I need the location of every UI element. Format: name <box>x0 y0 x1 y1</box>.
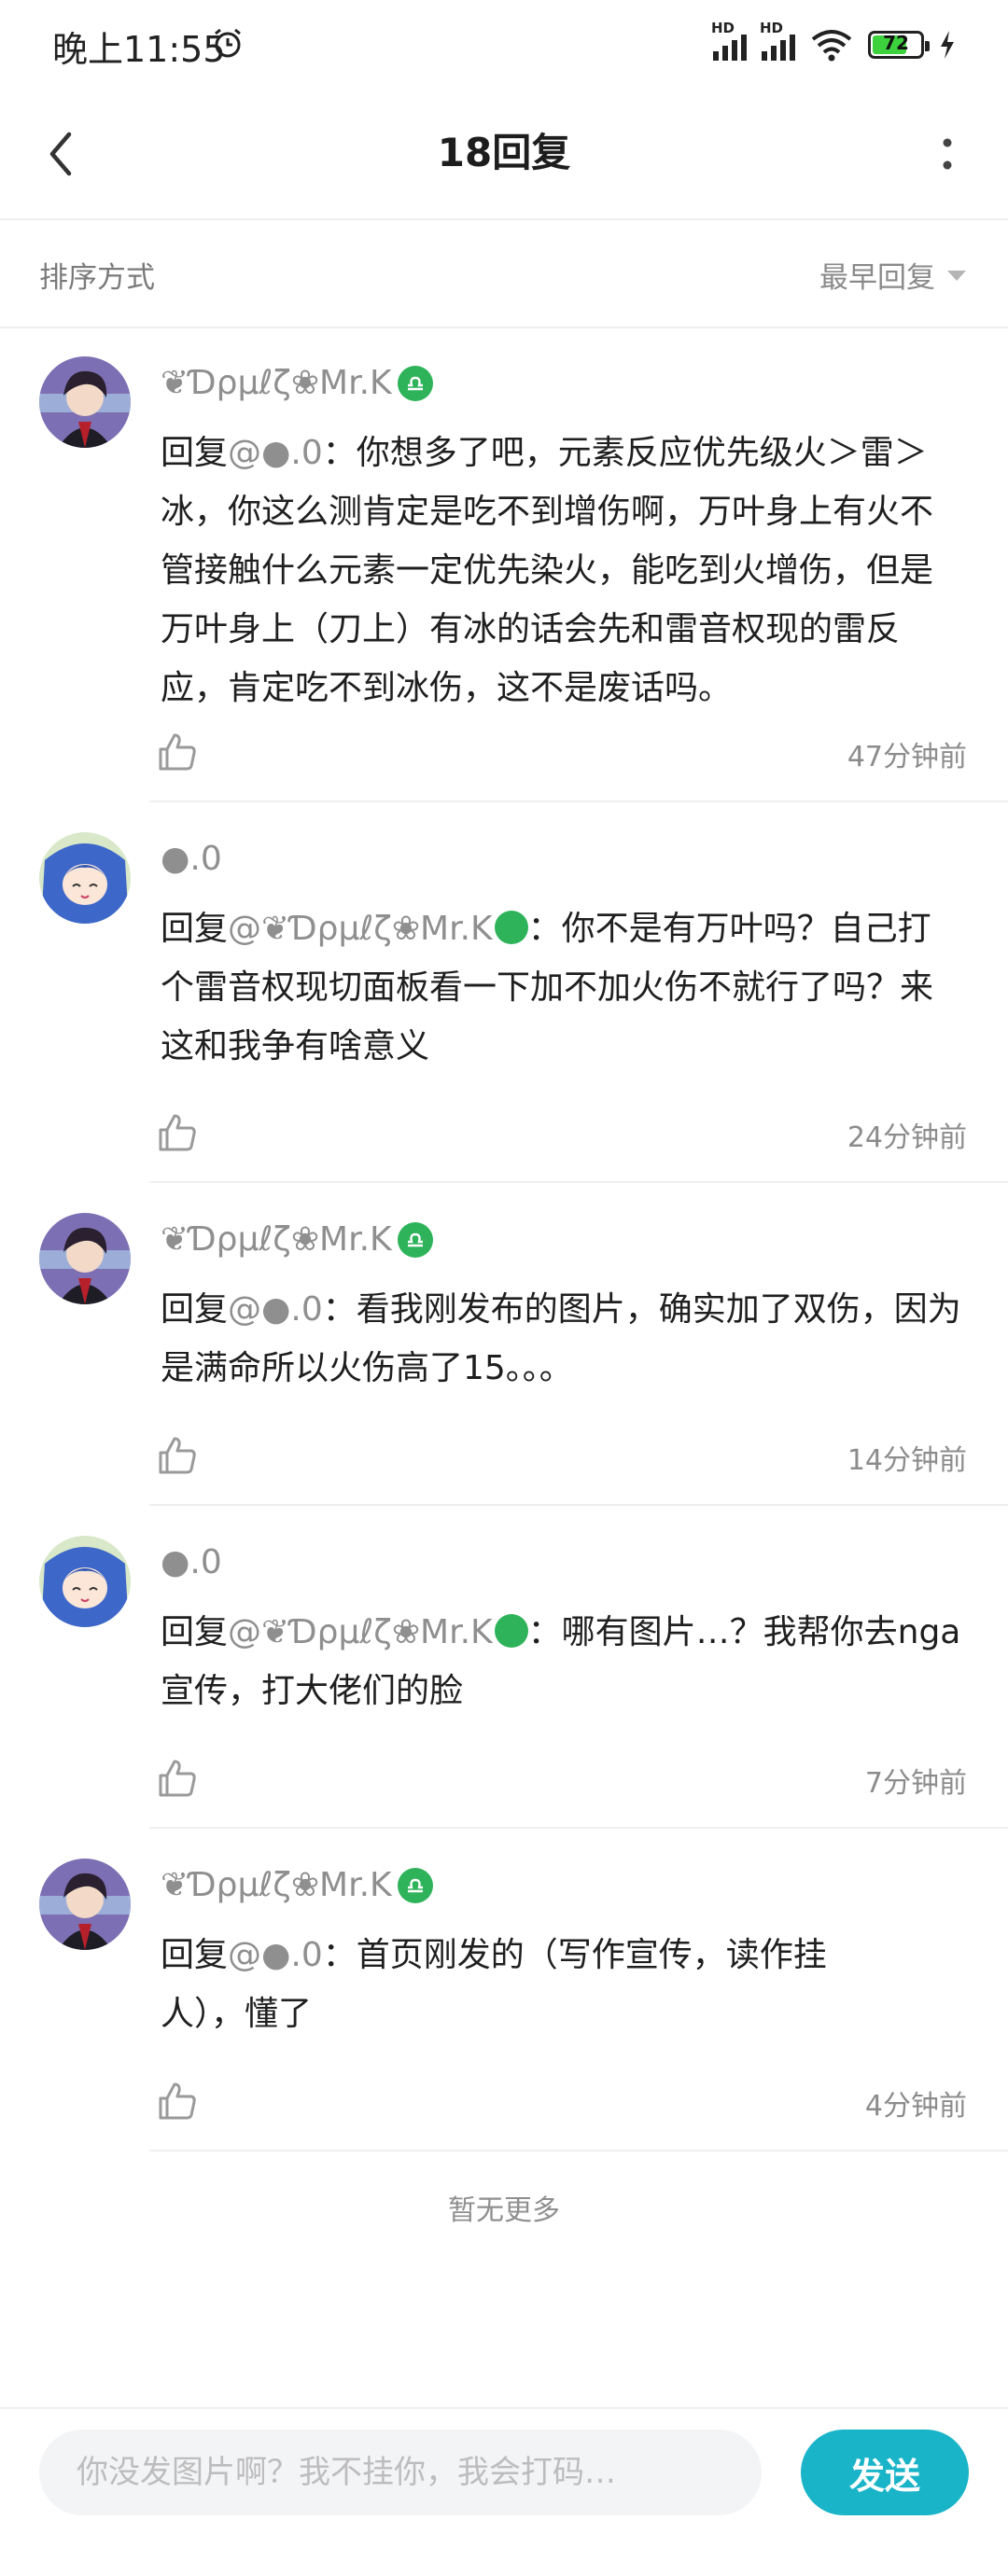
mention-link[interactable]: @●.0 <box>228 1290 323 1329</box>
battery-level: 72 <box>883 32 909 54</box>
divider <box>149 2150 1008 2151</box>
thumbs-up-icon[interactable] <box>157 1112 198 1153</box>
charging-icon <box>941 31 954 59</box>
comment-item: ❦Ɗρμℓζ❀Mr.K 回复@●.0：首页刚发的（写作宣传，读作挂人），懂了 4… <box>0 1829 1008 2151</box>
avatar[interactable] <box>39 1859 131 1950</box>
mention-link[interactable]: @●.0 <box>228 1936 323 1974</box>
wifi-icon <box>811 30 852 62</box>
thumbs-up-icon[interactable] <box>157 1758 198 1799</box>
page-title: 18回复 <box>437 130 571 175</box>
username-text: ●.0 <box>161 1543 222 1581</box>
comment-body: 回复@●.0：看我刚发布的图片，确实加了双伤，因为是满命所以火伤高了15。。。 <box>161 1280 963 1398</box>
signal-icon: HD <box>760 20 795 61</box>
no-more-text: 暂无更多 <box>448 2194 560 2227</box>
avatar[interactable] <box>39 1213 131 1304</box>
status-bar: 晚上11:55 HD HD 72 <box>0 0 1008 90</box>
more-button[interactable] <box>915 121 980 187</box>
reply-prefix: 回复 <box>161 1936 229 1974</box>
comment-text: ：你想多了吧，元素反应优先级火＞雷＞冰，你这么测肯定是吃不到增伤啊，万叶身上有火… <box>161 434 934 707</box>
sort-label: 排序方式 <box>39 261 155 295</box>
status-time: 晚上11:55 <box>52 29 226 70</box>
comment-body: 回复@❦Ɗρμℓζ❀Mr.K ：哪有图片…？我帮你去nga宣传，打大佬们的脸 <box>161 1603 963 1720</box>
signal-icon: HD <box>711 20 747 61</box>
libra-badge-icon <box>397 365 433 401</box>
comment-body: 回复@●.0：你想多了吧，元素反应优先级火＞雷＞冰，你这么测肯定是吃不到增伤啊，… <box>161 424 963 717</box>
libra-badge-icon <box>494 911 528 944</box>
mention-text: @❦Ɗρμℓζ❀Mr.K <box>228 1613 493 1651</box>
hd-label: HD <box>760 20 784 36</box>
comment-time: 47分钟前 <box>847 741 967 773</box>
comment-item: ●.0 回复@❦Ɗρμℓζ❀Mr.K ：哪有图片…？我帮你去nga宣传，打大佬们的… <box>0 1506 1008 1829</box>
thumbs-up-icon[interactable] <box>157 731 198 773</box>
more-vertical-icon <box>943 138 952 170</box>
thumbs-up-icon[interactable] <box>157 2081 198 2122</box>
comment-time: 4分钟前 <box>864 2090 967 2123</box>
reply-prefix: 回复 <box>161 1290 229 1329</box>
mention-link[interactable]: @❦Ɗρμℓζ❀Mr.K <box>228 1613 528 1651</box>
reply-input[interactable] <box>39 2430 762 2515</box>
comment-body: 回复@●.0：首页刚发的（写作宣传，读作挂人），懂了 <box>161 1926 907 2043</box>
reply-prefix: 回复 <box>161 434 229 472</box>
comment-time: 14分钟前 <box>847 1444 967 1477</box>
username-text: ❦Ɗρμℓζ❀Mr.K <box>161 1220 392 1259</box>
reply-prefix: 回复 <box>161 910 229 948</box>
username-text: ❦Ɗρμℓζ❀Mr.K <box>161 1866 392 1904</box>
comment-body: 回复@❦Ɗρμℓζ❀Mr.K ：你不是有万叶吗？自己打个雷音权现切面板看一下加不加… <box>161 899 963 1076</box>
system-nav-area <box>0 2528 1008 2576</box>
hd-label: HD <box>711 20 735 36</box>
mention-link[interactable]: @●.0 <box>228 434 323 472</box>
comment-username[interactable]: ❦Ɗρμℓζ❀Mr.K <box>161 1866 433 1904</box>
mention-link[interactable]: @❦Ɗρμℓζ❀Mr.K <box>228 910 528 948</box>
comment-username[interactable]: ❦Ɗρμℓζ❀Mr.K <box>161 1220 433 1259</box>
comment-item: ❦Ɗρμℓζ❀Mr.K 回复@●.0：看我刚发布的图片，确实加了双伤，因为是满命… <box>0 1183 1008 1506</box>
mention-text: @❦Ɗρμℓζ❀Mr.K <box>228 910 493 948</box>
thumbs-up-icon[interactable] <box>157 1435 198 1476</box>
libra-badge-icon <box>397 1221 433 1258</box>
libra-badge-icon <box>397 1867 433 1903</box>
avatar[interactable] <box>39 356 131 448</box>
libra-badge-icon <box>494 1614 528 1648</box>
alarm-icon <box>215 28 241 58</box>
nav-bar: 18回复 <box>0 90 1008 220</box>
sort-value: 最早回复 <box>819 261 935 295</box>
send-button[interactable]: 发送 <box>801 2430 969 2515</box>
comment-item: ❦Ɗρμℓζ❀Mr.K 回复@●.0：你想多了吧，元素反应优先级火＞雷＞冰，你这… <box>0 327 1008 802</box>
reply-bar: 发送 <box>0 2407 1008 2521</box>
username-text: ●.0 <box>161 840 222 878</box>
comment-username[interactable]: ●.0 <box>161 1543 222 1581</box>
avatar[interactable] <box>39 1536 131 1627</box>
sort-dropdown[interactable]: 最早回复 <box>819 254 967 296</box>
status-icons: HD HD 72 <box>711 20 956 67</box>
username-text: ❦Ɗρμℓζ❀Mr.K <box>161 364 392 402</box>
sort-row: 排序方式 最早回复 <box>0 220 1008 328</box>
comment-item: ●.0 回复@❦Ɗρμℓζ❀Mr.K ：你不是有万叶吗？自己打个雷音权现切面板看一… <box>0 802 1008 1183</box>
reply-prefix: 回复 <box>161 1613 229 1651</box>
avatar[interactable] <box>39 832 131 924</box>
comment-time: 7分钟前 <box>864 1767 967 1800</box>
comment-username[interactable]: ❦Ɗρμℓζ❀Mr.K <box>161 364 433 402</box>
battery-icon: 72 <box>868 31 930 59</box>
comment-time: 24分钟前 <box>847 1121 967 1154</box>
comment-username[interactable]: ●.0 <box>161 840 222 878</box>
dropdown-triangle-icon <box>947 270 966 281</box>
